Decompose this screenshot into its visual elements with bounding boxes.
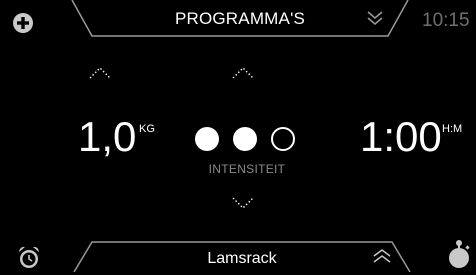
intensity-decrease-button[interactable] [231, 196, 255, 215]
weight-increase-button[interactable] [88, 66, 112, 85]
time-unit: H:M [442, 123, 463, 135]
alarm-clock-icon [19, 246, 39, 268]
add-button[interactable] [12, 12, 34, 39]
intensity-increase-button[interactable] [231, 66, 255, 85]
intensity-dot-3 [271, 127, 295, 151]
double-chevron-down-icon [367, 11, 383, 25]
timer-button[interactable] [446, 238, 472, 275]
intensity-label: INTENSITEIT [208, 162, 286, 176]
clock: 10:15 [422, 10, 470, 31]
intensity-dots[interactable] [193, 127, 303, 153]
intensity-dot-1 [195, 127, 219, 151]
double-chevron-up-icon [373, 249, 391, 263]
plus-circle-icon [13, 13, 33, 33]
recipe-title: Lamsrack [207, 250, 277, 267]
timer-icon [449, 240, 470, 268]
recipe-tab[interactable]: Lamsrack [72, 240, 412, 272]
programs-title: PROGRAMMA'S [174, 9, 306, 28]
time-value[interactable]: 1:00 [360, 113, 442, 161]
chevron-down-icon [232, 197, 254, 209]
intensity-dot-2 [233, 127, 257, 151]
weight-unit: KG [139, 123, 155, 135]
programs-tab[interactable]: PROGRAMMA'S [70, 0, 410, 38]
weight-value[interactable]: 1,0 [78, 113, 136, 161]
chevron-up-icon [89, 67, 111, 79]
oven-program-screen: PROGRAMMA'S 10:15 1,0 KG INTENSITEIT 1:0… [0, 0, 476, 272]
chevron-up-icon [232, 67, 254, 79]
alarm-button[interactable] [16, 244, 42, 275]
